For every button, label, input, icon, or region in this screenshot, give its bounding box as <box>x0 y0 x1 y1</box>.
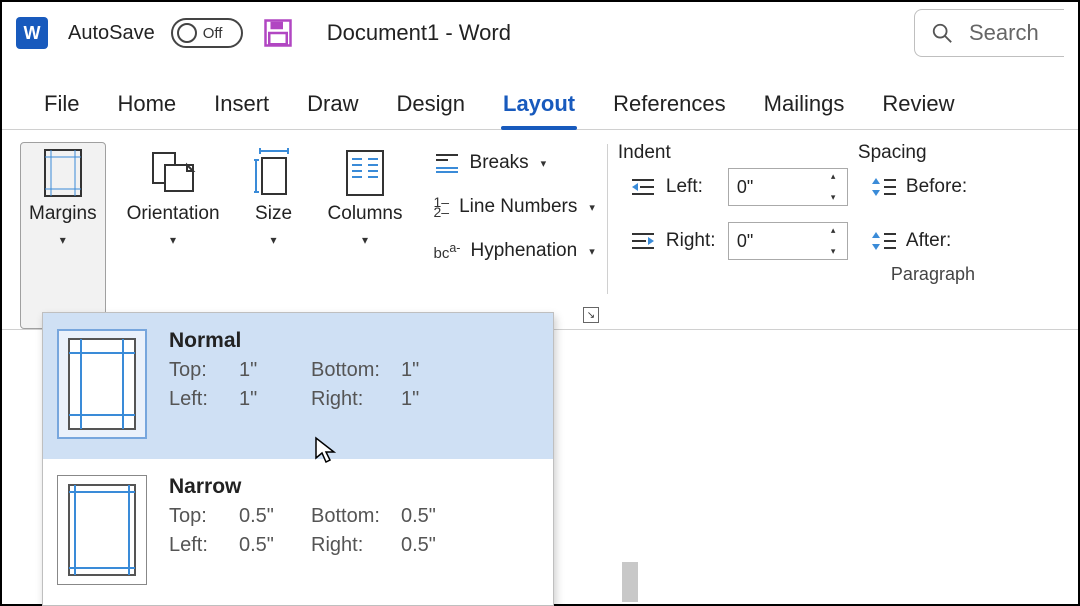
chevron-down-icon: ▾ <box>541 157 547 170</box>
orientation-icon <box>149 149 197 197</box>
indent-header: Indent <box>618 142 858 164</box>
tab-draw[interactable]: Draw <box>305 85 360 129</box>
line-numbers-button[interactable]: 1–2– Line Numbers ▾ <box>432 192 597 222</box>
tab-design[interactable]: Design <box>395 85 467 129</box>
spinner-icon[interactable]: ▴▾ <box>831 171 845 203</box>
search-input[interactable]: Search <box>914 9 1064 57</box>
indent-left-label: Left: <box>666 176 718 198</box>
autosave-state: Off <box>203 25 223 42</box>
margins-button[interactable]: Margins ▾ <box>20 142 106 329</box>
spacing-before-icon <box>870 176 896 198</box>
spacing-after-icon <box>870 230 896 252</box>
size-button[interactable]: Size ▾ <box>241 142 307 329</box>
margins-option-name: Narrow <box>169 475 533 499</box>
ribbon-tabs: File Home Insert Draw Design Layout Refe… <box>2 64 1078 130</box>
autosave-label: AutoSave <box>68 22 155 45</box>
breaks-button[interactable]: Breaks ▾ <box>432 148 597 178</box>
tab-file[interactable]: File <box>42 85 81 129</box>
page-setup-group: Margins ▾ Orientation ▾ Size ▾ <box>10 138 422 329</box>
search-placeholder: Search <box>969 20 1039 46</box>
autosave-toggle[interactable]: Off <box>171 18 243 48</box>
margins-icon <box>39 149 87 197</box>
tab-review[interactable]: Review <box>880 85 956 129</box>
margins-option-normal[interactable]: Normal Top: 1" Bottom: 1" Left: 1" Right… <box>43 313 553 459</box>
size-icon <box>250 149 298 197</box>
page-setup-small-group: Breaks ▾ 1–2– Line Numbers ▾ bca- Hyphen… <box>422 138 607 329</box>
search-icon <box>931 22 953 44</box>
spinner-icon[interactable]: ▴▾ <box>831 225 845 257</box>
paragraph-group: Indent Spacing Left: 0" ▴▾ Before: Right… <box>608 138 1078 329</box>
indent-right-label: Right: <box>666 230 718 252</box>
columns-button[interactable]: Columns ▾ <box>319 142 412 329</box>
columns-icon <box>341 149 389 197</box>
indent-left-input[interactable]: 0" ▴▾ <box>728 168 848 206</box>
hyphenation-icon: bca- <box>434 241 461 262</box>
tab-layout[interactable]: Layout <box>501 85 577 129</box>
chevron-down-icon: ▾ <box>271 233 277 247</box>
chevron-down-icon: ▾ <box>170 233 176 247</box>
margin-preview-icon <box>57 475 147 585</box>
chevron-down-icon: ▾ <box>60 233 66 247</box>
document-scrollbar[interactable] <box>622 562 638 602</box>
tab-references[interactable]: References <box>611 85 728 129</box>
chevron-down-icon: ▾ <box>589 201 595 214</box>
orientation-button[interactable]: Orientation ▾ <box>118 142 229 329</box>
spacing-header: Spacing <box>858 142 927 164</box>
page-setup-dialog-launcher[interactable]: ↘ <box>583 307 599 323</box>
save-button[interactable] <box>263 18 293 48</box>
word-logo-icon: W <box>16 17 48 49</box>
margins-option-narrow[interactable]: Narrow Top: 0.5" Bottom: 0.5" Left: 0.5"… <box>43 459 553 605</box>
indent-right-input[interactable]: 0" ▴▾ <box>728 222 848 260</box>
indent-left-icon <box>630 177 656 197</box>
chevron-down-icon: ▾ <box>589 245 595 258</box>
paragraph-group-label: Paragraph <box>798 264 1068 285</box>
margins-dropdown: Normal Top: 1" Bottom: 1" Left: 1" Right… <box>42 312 554 606</box>
margins-option-name: Normal <box>169 329 533 353</box>
spacing-after-label: After: <box>906 230 951 252</box>
spacing-before-label: Before: <box>906 176 967 198</box>
line-numbers-icon: 1–2– <box>434 197 450 217</box>
toggle-knob-icon <box>177 23 197 43</box>
tab-insert[interactable]: Insert <box>212 85 271 129</box>
title-bar: W AutoSave Off Document1 - Word Search <box>2 2 1078 64</box>
tab-mailings[interactable]: Mailings <box>762 85 847 129</box>
hyphenation-button[interactable]: bca- Hyphenation ▾ <box>432 236 597 266</box>
breaks-icon <box>434 152 460 174</box>
chevron-down-icon: ▾ <box>362 233 368 247</box>
ribbon: Margins ▾ Orientation ▾ Size ▾ <box>2 130 1078 330</box>
tab-home[interactable]: Home <box>115 85 178 129</box>
indent-right-icon <box>630 231 656 251</box>
document-title: Document1 - Word <box>327 20 511 46</box>
margin-preview-icon <box>57 329 147 439</box>
